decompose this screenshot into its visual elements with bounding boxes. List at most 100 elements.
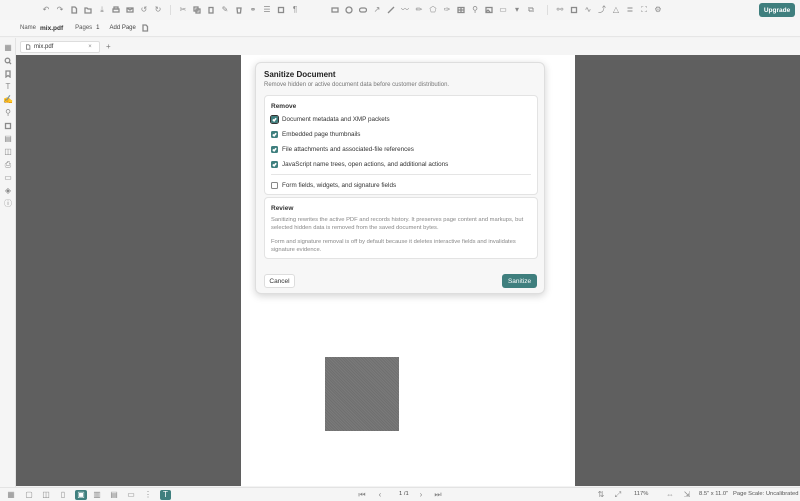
rotate-right-icon[interactable]: ↻ <box>153 5 163 15</box>
text-format-icon[interactable]: ¶ <box>290 5 300 15</box>
signature-icon[interactable]: ✍ <box>3 95 13 105</box>
redo-icon[interactable]: ↷ <box>55 5 65 15</box>
close-icon[interactable]: × <box>85 42 95 52</box>
checkbox-attachments[interactable] <box>271 146 278 153</box>
form-icon[interactable]: ▭ <box>3 173 13 183</box>
freehand-icon[interactable]: 〰 <box>400 5 410 15</box>
mail-icon[interactable] <box>125 5 135 15</box>
stamp-icon[interactable]: ⚲ <box>470 5 480 15</box>
page-indicator[interactable]: 1 /1 <box>399 491 409 497</box>
thumbnails-icon[interactable]: ▦ <box>3 43 13 53</box>
document-info-bar: Name mix.pdf Pages 1 Add Page <box>0 20 800 37</box>
rotate-icon[interactable]: ⇅ <box>596 490 606 500</box>
polygon-icon[interactable]: ⬠ <box>428 5 438 15</box>
highlighter-icon[interactable]: ✑ <box>442 5 452 15</box>
option-label: Embedded page thumbnails <box>282 131 361 138</box>
checkbox-metadata[interactable] <box>270 115 279 124</box>
image-icon[interactable] <box>484 5 494 15</box>
settings-icon[interactable]: ⚙ <box>653 5 663 15</box>
continuous-view-icon[interactable]: ▣ <box>75 490 87 500</box>
page-icon[interactable]: ▯ <box>58 490 68 500</box>
ellipse-icon[interactable] <box>344 5 354 15</box>
zoom-level[interactable]: 117% <box>634 491 648 497</box>
search-icon[interactable] <box>3 56 13 66</box>
new-file-icon[interactable] <box>69 5 79 15</box>
cancel-button[interactable]: Cancel <box>264 274 295 288</box>
grid-view-icon[interactable]: ▦ <box>6 490 16 500</box>
add-page-button[interactable]: Add Page <box>110 25 136 31</box>
more-icon[interactable]: ▭ <box>498 5 508 15</box>
info-icon[interactable]: ⓘ <box>3 199 13 209</box>
square-icon[interactable] <box>569 5 579 15</box>
download-icon[interactable]: ⤓ <box>97 5 107 15</box>
fullscreen-icon[interactable]: ⛶ <box>639 5 649 15</box>
ruler-icon[interactable]: ⇲ <box>682 490 692 500</box>
option-javascript[interactable]: JavaScript name trees, open actions, and… <box>271 161 448 168</box>
text-select-icon[interactable]: T <box>160 490 171 500</box>
bell-icon[interactable]: △ <box>611 5 621 15</box>
layers-icon[interactable]: ⧉ <box>526 5 536 15</box>
pencil-icon[interactable]: ✏ <box>414 5 424 15</box>
crop-icon[interactable] <box>276 5 286 15</box>
cut-icon[interactable]: ✂ <box>178 5 188 15</box>
checkbox-thumbnails[interactable] <box>271 131 278 138</box>
delete-icon[interactable] <box>234 5 244 15</box>
text-icon[interactable]: T <box>3 82 13 92</box>
last-page-icon[interactable]: ⏭ <box>433 490 443 500</box>
arrow-icon[interactable]: ↗ <box>372 5 382 15</box>
chevron-down-icon[interactable]: ▾ <box>512 5 522 15</box>
rounded-rect-icon[interactable] <box>358 5 368 15</box>
option-form-fields[interactable]: Form fields, widgets, and signature fiel… <box>271 182 396 189</box>
extra-tools: ⚯ ∿ ⤴ △ ≣ ⛶ ⚙ <box>544 5 663 15</box>
option-metadata[interactable]: Document metadata and XMP packets <box>270 115 390 124</box>
first-page-icon[interactable]: ⏮ <box>357 490 367 500</box>
single-page-icon[interactable]: ▢ <box>24 490 34 500</box>
curve-icon[interactable]: ⤴ <box>597 5 607 15</box>
crop-icon[interactable] <box>3 121 13 131</box>
rectangle-icon[interactable] <box>330 5 340 15</box>
copy-icon[interactable] <box>192 5 202 15</box>
paste-icon[interactable] <box>206 5 216 15</box>
line-icon[interactable] <box>386 5 396 15</box>
stack-icon[interactable]: ☰ <box>262 5 272 15</box>
layers-icon[interactable]: ◈ <box>3 186 13 196</box>
archive-icon[interactable]: ▤ <box>3 134 13 144</box>
magic-icon[interactable]: ✎ <box>220 5 230 15</box>
add-page-icon[interactable] <box>140 23 150 33</box>
name-value[interactable]: mix.pdf <box>40 25 63 32</box>
stack-icon[interactable]: ◫ <box>3 147 13 157</box>
attachment-icon[interactable]: ⚲ <box>3 108 13 118</box>
sanitize-button[interactable]: Sanitize <box>502 274 537 288</box>
undo-icon[interactable]: ↶ <box>41 5 51 15</box>
presentation-icon[interactable]: ▭ <box>126 490 136 500</box>
rotate-left-icon[interactable]: ↺ <box>139 5 149 15</box>
print-icon[interactable] <box>111 5 121 15</box>
columns-view-icon[interactable]: ▥ <box>92 490 102 500</box>
columns-icon[interactable]: ≣ <box>625 5 635 15</box>
spread-view-icon[interactable]: ▤ <box>109 490 119 500</box>
upgrade-button[interactable]: Upgrade <box>759 3 795 17</box>
option-thumbnails[interactable]: Embedded page thumbnails <box>271 131 360 138</box>
fit-icon[interactable]: ⤢ <box>613 490 623 500</box>
new-tab-button[interactable]: + <box>106 42 111 51</box>
more-vertical-icon[interactable]: ⋮ <box>143 490 153 500</box>
table-icon[interactable] <box>456 5 466 15</box>
name-label: Name <box>20 25 37 31</box>
link-icon[interactable]: ⚭ <box>248 5 258 15</box>
page-image[interactable] <box>325 357 399 431</box>
checkbox-javascript[interactable] <box>271 161 278 168</box>
two-page-icon[interactable]: ◫ <box>41 490 51 500</box>
tab-mix-pdf[interactable]: mix.pdf × <box>20 40 100 53</box>
open-folder-icon[interactable] <box>83 5 93 15</box>
page-scale[interactable]: Page Scale: Uncalibrated <box>733 491 798 497</box>
signature-icon[interactable]: ∿ <box>583 5 593 15</box>
print-icon[interactable]: ⎙ <box>3 160 13 170</box>
review-paragraph-1: Sanitizing rewrites the active PDF and r… <box>271 217 524 231</box>
chain-icon[interactable]: ⚯ <box>555 5 565 15</box>
option-attachments[interactable]: File attachments and associated-file ref… <box>271 146 414 153</box>
prev-page-icon[interactable]: ‹ <box>375 490 385 500</box>
next-page-icon[interactable]: › <box>416 490 426 500</box>
fit-width-icon[interactable]: ⇔ <box>665 490 675 500</box>
checkbox-form-fields[interactable] <box>271 182 278 189</box>
bookmark-icon[interactable] <box>3 69 13 79</box>
